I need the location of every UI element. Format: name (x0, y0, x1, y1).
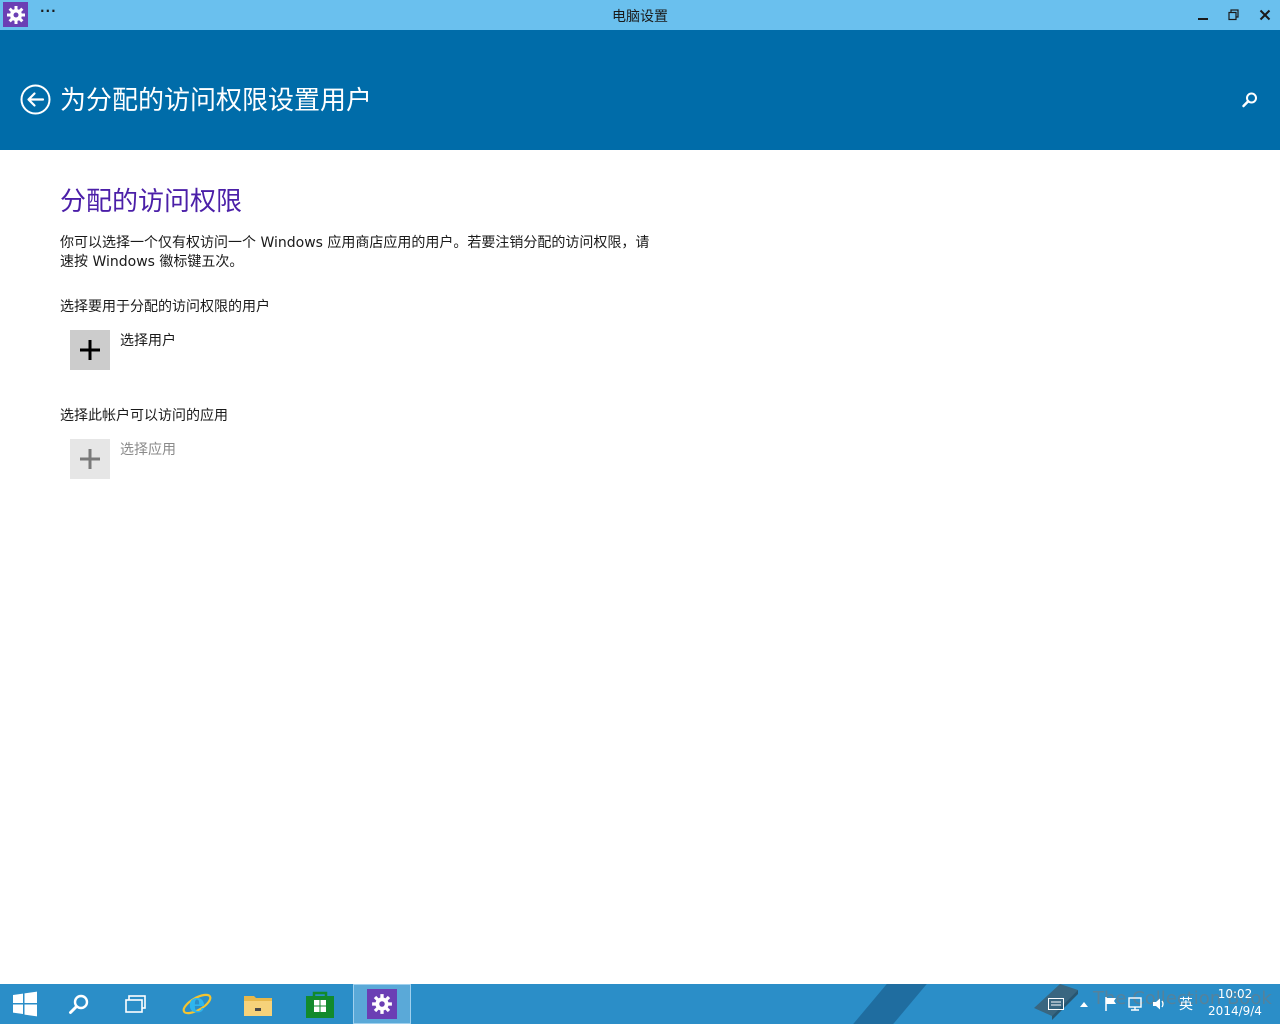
title-bar: ··· 电脑设置 (0, 0, 1280, 30)
page-header: 为分配的访问权限设置用户 (0, 30, 1280, 150)
restore-button[interactable] (1219, 0, 1249, 30)
search-icon[interactable] (1240, 90, 1260, 110)
choose-app-label: 选择应用 (120, 442, 176, 458)
svg-text:e: e (189, 989, 206, 1019)
taskbar-pc-settings[interactable] (353, 984, 411, 1024)
clock-time: 10:02 (1217, 987, 1253, 1001)
page-title: 为分配的访问权限设置用户 (60, 86, 373, 116)
taskbar-search-button[interactable] (52, 984, 106, 1024)
task-view-icon (125, 995, 146, 1013)
windows-logo-icon (13, 991, 37, 1017)
taskbar: e The Collection Book 英 10:02 2014/9/4 (0, 984, 1280, 1024)
close-button[interactable] (1250, 0, 1280, 30)
plus-icon (80, 449, 100, 469)
network-button[interactable] (1124, 984, 1146, 1024)
gear-icon (367, 989, 397, 1019)
window-title: 电脑设置 (612, 9, 668, 25)
store-icon (306, 991, 334, 1018)
restore-icon (1228, 9, 1239, 21)
speaker-icon (1153, 998, 1164, 1010)
close-icon (1259, 9, 1271, 21)
action-center-button[interactable] (1100, 984, 1122, 1024)
internet-explorer-icon: e (182, 989, 212, 1019)
search-icon (69, 994, 89, 1014)
clock-date: 2014/9/4 (1208, 1004, 1262, 1018)
choose-app-button (70, 439, 110, 479)
keyboard-icon (1048, 998, 1064, 1010)
choose-user-button[interactable] (70, 330, 110, 370)
task-view-button[interactable] (108, 984, 164, 1024)
section-title: 分配的访问权限 (60, 187, 243, 217)
clock[interactable]: 10:02 2014/9/4 (1200, 986, 1270, 1020)
user-section-label: 选择要用于分配的访问权限的用户 (60, 299, 270, 315)
taskbar-store[interactable] (291, 984, 349, 1024)
taskbar-decoration (853, 984, 927, 1024)
chevron-up-icon (1080, 1002, 1088, 1007)
show-hidden-icons-button[interactable] (1076, 984, 1092, 1024)
app-section-label: 选择此帐户可以访问的应用 (60, 408, 228, 424)
input-method-indicator[interactable]: 英 (1174, 984, 1198, 1024)
keyboard-tray-button[interactable] (1046, 984, 1066, 1024)
minimize-button[interactable] (1188, 0, 1218, 30)
folder-icon (244, 996, 272, 1016)
minimize-icon (1198, 18, 1208, 20)
flag-icon (1105, 997, 1116, 1011)
taskbar-internet-explorer[interactable]: e (168, 984, 226, 1024)
network-icon (1128, 997, 1142, 1011)
back-arrow-icon[interactable] (20, 84, 51, 115)
plus-icon (80, 340, 100, 360)
taskbar-file-explorer[interactable] (229, 984, 287, 1024)
choose-user-label[interactable]: 选择用户 (120, 330, 176, 350)
description-text: 你可以选择一个仅有权访问一个 Windows 应用商店应用的用户。若要注销分配的… (60, 235, 650, 270)
start-button[interactable] (0, 984, 50, 1024)
volume-button[interactable] (1148, 984, 1170, 1024)
